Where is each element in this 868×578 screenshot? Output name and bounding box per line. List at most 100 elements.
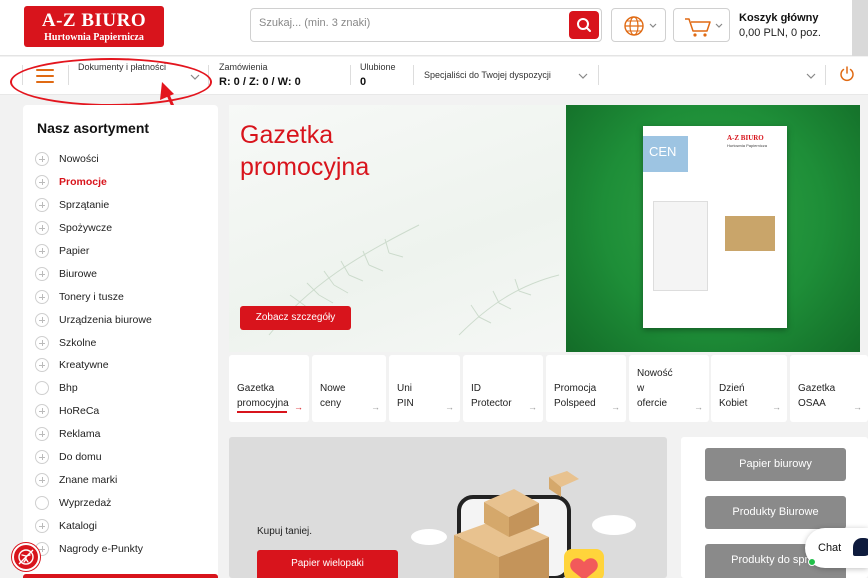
promo-tile[interactable]: Gazetka OSAA → — [790, 355, 868, 422]
hero-banner[interactable]: Gazetka promocyjna Zobacz szczegóły CEN … — [229, 105, 860, 352]
expand-plus-icon[interactable] — [35, 244, 49, 258]
promo-tile[interactable]: Uni PIN → — [389, 355, 460, 422]
promo-banner[interactable]: Kupuj taniej. Papier wielopaki — [229, 437, 667, 578]
search-button[interactable] — [569, 11, 599, 39]
power-icon[interactable] — [838, 65, 856, 83]
promo-tile[interactable]: Gazetka promocyjna → — [229, 355, 309, 422]
orders-label[interactable]: Zamówienia — [219, 62, 268, 72]
promo-tile[interactable]: Nowość w ofercie → — [629, 355, 709, 422]
expand-plus-icon[interactable] — [35, 198, 49, 213]
specialists-dropdown[interactable]: Specjaliści do Twojej dyspozycji — [424, 70, 551, 80]
sidebar-category-label: Tonery i tusze — [59, 290, 124, 303]
sidebar-category-item[interactable]: Szkolne — [35, 331, 215, 354]
quick-link-office-paper[interactable]: Papier biurowy — [705, 448, 846, 481]
expand-plus-icon[interactable] — [35, 175, 49, 190]
arrow-right-icon: → — [371, 402, 380, 412]
cart-button[interactable] — [673, 8, 730, 42]
sidebar-category-label: Znane marki — [59, 473, 118, 486]
expand-plus-icon[interactable] — [35, 358, 49, 373]
divider — [598, 65, 599, 85]
category-sidebar: Nasz asortyment Nowości Promocje Sprzątani… — [23, 105, 218, 578]
sidebar-title: Nasz asortyment — [37, 120, 150, 136]
quick-link-office-products[interactable]: Produkty Biurowe — [705, 496, 846, 529]
expand-plus-icon[interactable] — [35, 450, 49, 465]
chevron-down-icon[interactable] — [806, 72, 816, 80]
promo-tile[interactable]: ID Protector → — [463, 355, 543, 422]
promo-button[interactable]: Papier wielopaki — [257, 550, 398, 578]
sidebar-category-item[interactable]: Katalogi — [35, 514, 215, 537]
expand-plus-icon[interactable] — [35, 152, 49, 167]
catalog-banner-text: CEN — [649, 144, 677, 159]
sidebar-category-item[interactable]: Znane marki — [35, 468, 215, 491]
sidebar-category-label: Reklama — [59, 428, 101, 441]
promo-tile[interactable]: Dzień Kobiet → — [711, 355, 787, 422]
sidebar-category-item[interactable]: Papier — [35, 240, 215, 263]
favorites-label[interactable]: Ulubione — [360, 62, 396, 72]
catalog-paper-image — [653, 201, 708, 291]
favorites-value: 0 — [360, 76, 367, 88]
expand-plus-icon[interactable] — [35, 312, 49, 327]
promo-tile[interactable]: Nowe ceny → — [312, 355, 386, 422]
sidebar-category-item[interactable]: Tonery i tusze — [35, 285, 215, 308]
sidebar-category-item[interactable]: Wyprzedaż — [35, 491, 215, 514]
arrow-right-icon: → — [528, 402, 537, 412]
secondary-bar: Dokumenty i płatności Zamówienia R: 0 / … — [0, 57, 868, 95]
expand-plus-icon[interactable] — [35, 289, 49, 304]
sidebar-category-item[interactable]: Reklama — [35, 423, 215, 446]
sidebar-category-label: Sprzątanie — [59, 199, 110, 212]
sidebar-category-label: Nowości — [59, 153, 99, 166]
promo-tiles: Gazetka promocyjna → Nowe ceny → Uni PIN → ID … — [229, 355, 868, 422]
sidebar-category-label: Biurowe — [59, 267, 97, 280]
expand-plus-icon[interactable] — [35, 518, 49, 533]
cart-title[interactable]: Koszyk główny — [739, 12, 818, 24]
expand-plus-icon[interactable] — [35, 472, 49, 487]
arrow-right-icon: → — [445, 402, 454, 412]
sidebar-category-item[interactable]: Kreatywne — [35, 354, 215, 377]
sidebar-category-item[interactable]: Nowości — [35, 148, 215, 171]
sidebar-category-item[interactable]: Sprzątanie — [35, 194, 215, 217]
hero-title: Gazetka promocyjna — [240, 121, 370, 181]
divider — [68, 65, 69, 85]
promo-tile[interactable]: Promocja Polspeed → — [546, 355, 626, 422]
expand-plus-icon[interactable] — [35, 427, 49, 442]
catalog-box-image — [725, 216, 775, 251]
chat-icon — [853, 538, 868, 556]
hero-text-area: Gazetka promocyjna Zobacz szczegóły — [229, 105, 566, 352]
expand-plus-icon[interactable] — [35, 221, 49, 236]
arrow-right-icon: → — [611, 402, 620, 412]
bullet-circle-icon[interactable] — [35, 381, 49, 396]
search-input[interactable] — [259, 17, 559, 29]
sidebar-category-item[interactable]: Biurowe — [35, 262, 215, 285]
logo[interactable]: A-Z BIURO Hurtownia Papiernicza — [24, 6, 164, 47]
language-button[interactable] — [611, 8, 666, 42]
documents-dropdown[interactable]: Dokumenty i płatności — [78, 62, 166, 72]
sidebar-category-item[interactable]: Do domu — [35, 446, 215, 469]
sidebar-category-label: Spożywcze — [59, 222, 113, 235]
chevron-down-icon[interactable] — [190, 73, 200, 81]
arrow-right-icon: → — [294, 402, 303, 412]
promo-tile-label: Dzień Kobiet — [719, 383, 748, 409]
cart-summary: 0,00 PLN, 0 poz. — [739, 27, 821, 39]
expand-plus-icon[interactable] — [35, 404, 49, 419]
accessibility-button[interactable] — [12, 543, 40, 571]
menu-icon[interactable] — [36, 69, 54, 83]
hero-details-button[interactable]: Zobacz szczegóły — [240, 306, 351, 330]
bullet-circle-icon[interactable] — [35, 495, 49, 510]
sidebar-category-item[interactable]: Bhp — [35, 377, 215, 400]
expand-plus-icon[interactable] — [35, 335, 49, 350]
chevron-down-icon[interactable] — [578, 72, 588, 80]
scroll-strip — [852, 0, 868, 56]
sidebar-category-item[interactable]: HoReCa — [35, 400, 215, 423]
sidebar-category-label: Kreatywne — [59, 359, 109, 372]
orders-value: R: 0 / Z: 0 / W: 0 — [219, 76, 301, 88]
expand-plus-icon[interactable] — [35, 266, 49, 281]
sidebar-category-item[interactable]: Nagrody e-Punkty — [35, 537, 215, 560]
search-box — [250, 8, 602, 42]
sidebar-category-item[interactable]: Spożywcze — [35, 217, 215, 240]
divider — [208, 65, 209, 85]
chat-online-indicator — [808, 558, 816, 566]
sidebar-category-item[interactable]: Promocje — [35, 171, 215, 194]
catalog-brand: A-Z BIURO — [727, 134, 764, 142]
sidebar-category-item[interactable]: Urządzenia biurowe — [35, 308, 215, 331]
sidebar-category-label: Do domu — [59, 451, 102, 464]
